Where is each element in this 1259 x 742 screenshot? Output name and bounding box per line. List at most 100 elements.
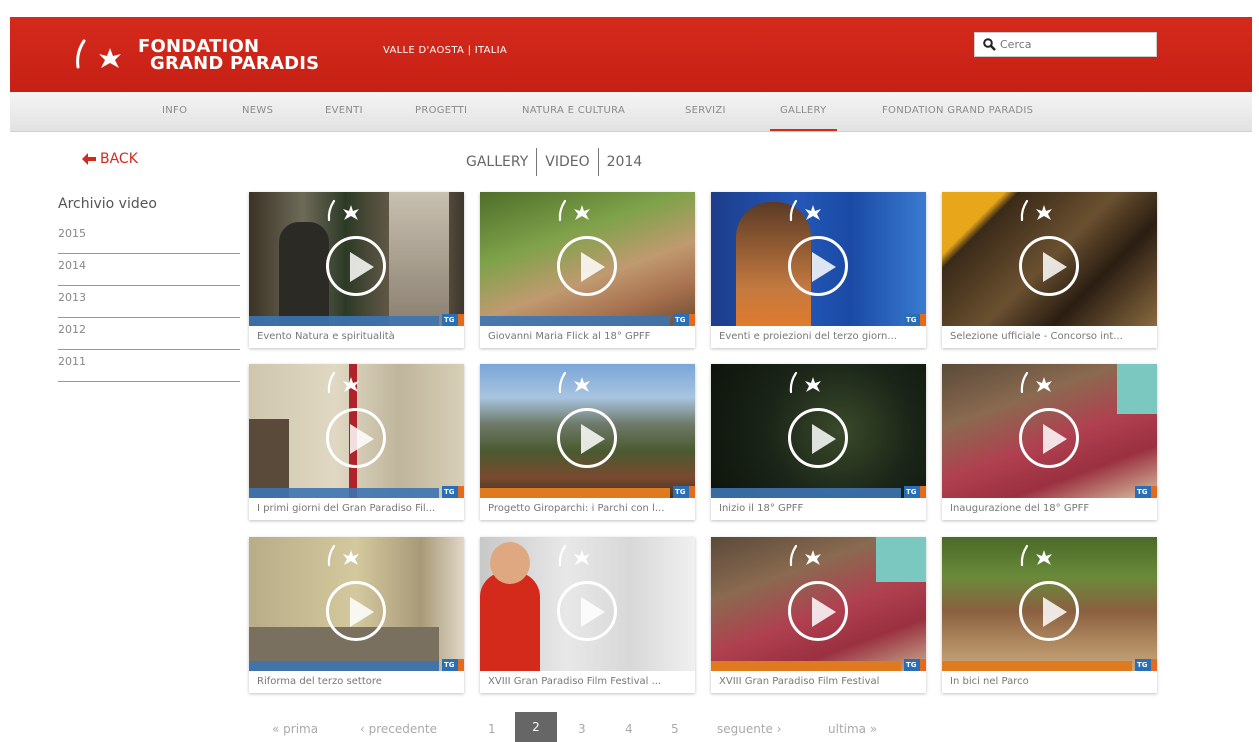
video-thumbnail: TG	[249, 537, 464, 671]
video-caption: I primi giorni del Gran Paradiso Fil...	[257, 503, 436, 514]
main-nav: INFO NEWS EVENTI PROGETTI NATURA E CULTU…	[10, 92, 1252, 132]
play-icon	[1019, 236, 1079, 296]
video-caption: XVIII Gran Paradiso Film Festival	[719, 676, 880, 687]
tv-strip	[480, 316, 670, 326]
tg-logo-icon: TG	[904, 659, 926, 671]
tv-strip	[249, 316, 439, 326]
tg-logo-icon: TG	[904, 314, 926, 326]
play-icon	[788, 408, 848, 468]
nav-item-gallery[interactable]: GALLERY	[770, 105, 837, 131]
play-icon	[788, 236, 848, 296]
tg-logo-icon: TG	[442, 486, 464, 498]
video-caption: Giovanni Maria Flick al 18° GPFF	[488, 331, 651, 342]
nav-item-progetti[interactable]: PROGETTI	[415, 105, 467, 116]
video-caption: In bici nel Parco	[950, 676, 1029, 687]
tg-logo-icon: TG	[442, 314, 464, 326]
play-icon	[788, 581, 848, 641]
nav-item-fondation-grand-paradis[interactable]: FONDATION GRAND PARADIS	[882, 105, 1033, 116]
breadcrumb-separator	[536, 148, 538, 176]
region-label: VALLE D'AOSTA | ITALIA	[383, 45, 507, 56]
nav-item-servizi[interactable]: SERVIZI	[685, 105, 726, 116]
pager-page-5[interactable]: 5	[671, 722, 679, 736]
video-thumbnail: TG	[711, 537, 926, 671]
video-caption: Progetto Giroparchi: i Parchi con l...	[488, 503, 665, 514]
sidebar-title: Archivio video	[58, 196, 157, 212]
play-icon	[326, 236, 386, 296]
sidebar-year-2013[interactable]: 2013	[58, 286, 240, 318]
nav-item-news[interactable]: NEWS	[242, 105, 273, 116]
video-card[interactable]: TG Inaugurazione del 18° GPFF	[942, 364, 1157, 520]
tg-logo-icon: TG	[442, 659, 464, 671]
pager-next[interactable]: seguente ›	[717, 722, 782, 736]
play-icon	[1019, 408, 1079, 468]
pager-first[interactable]: « prima	[272, 722, 318, 736]
video-caption: XVIII Gran Paradiso Film Festival ...	[488, 676, 662, 687]
logo-text: FONDATION GRAND PARADIS	[138, 38, 320, 74]
video-thumbnail: TG	[711, 364, 926, 498]
pagination: « prima ‹ precedente 1 2 3 4 5 seguente …	[0, 712, 1259, 742]
video-thumbnail: TG	[249, 364, 464, 498]
video-card[interactable]: TG Inizio il 18° GPFF	[711, 364, 926, 520]
video-card[interactable]: TG Eventi e proiezioni del terzo giorn..…	[711, 192, 926, 348]
video-card[interactable]: TG Progetto Giroparchi: i Parchi con l..…	[480, 364, 695, 520]
play-icon	[1019, 581, 1079, 641]
video-card[interactable]: TG Giovanni Maria Flick al 18° GPFF	[480, 192, 695, 348]
breadcrumb-separator	[597, 148, 599, 176]
video-caption: Selezione ufficiale - Concorso int...	[950, 331, 1123, 342]
video-card[interactable]: TG Evento Natura e spiritualità	[249, 192, 464, 348]
pager-page-4[interactable]: 4	[625, 722, 633, 736]
video-thumbnail: TG	[249, 192, 464, 326]
breadcrumb: GALLERY VIDEO 2014	[466, 148, 642, 176]
tg-logo-icon: TG	[673, 486, 695, 498]
logo-flower-icon	[68, 35, 138, 75]
nav-item-eventi[interactable]: EVENTI	[325, 105, 363, 116]
tv-strip	[711, 488, 901, 498]
video-card[interactable]: TG XVIII Gran Paradiso Film Festival	[711, 537, 926, 693]
site-header: FONDATION GRAND PARADIS VALLE D'AOSTA | …	[0, 0, 1259, 92]
tv-strip	[249, 661, 439, 671]
video-thumbnail	[480, 537, 695, 671]
video-card[interactable]: TG Riforma del terzo settore	[249, 537, 464, 693]
play-icon	[557, 236, 617, 296]
search-input[interactable]	[1000, 38, 1150, 51]
video-caption: Eventi e proiezioni del terzo giorn...	[719, 331, 897, 342]
breadcrumb-video[interactable]: VIDEO	[545, 154, 589, 170]
video-thumbnail: TG	[480, 364, 695, 498]
breadcrumb-gallery[interactable]: GALLERY	[466, 154, 528, 170]
tg-logo-icon: TG	[673, 314, 695, 326]
sidebar-year-2011[interactable]: 2011	[58, 350, 240, 382]
search-box[interactable]	[974, 32, 1157, 57]
play-icon	[326, 581, 386, 641]
sidebar-year-2014[interactable]: 2014	[58, 254, 240, 286]
nav-item-natura-e-cultura[interactable]: NATURA E CULTURA	[522, 105, 625, 116]
video-caption: Riforma del terzo settore	[257, 676, 382, 687]
nav-item-info[interactable]: INFO	[162, 105, 187, 116]
video-thumbnail: TG	[711, 192, 926, 326]
back-button[interactable]: BACK	[82, 151, 138, 167]
logo-line-2: GRAND PARADIS	[150, 53, 320, 74]
video-caption: Inizio il 18° GPFF	[719, 503, 804, 514]
play-icon	[326, 408, 386, 468]
video-card[interactable]: TG I primi giorni del Gran Paradiso Fil.…	[249, 364, 464, 520]
header-bar: FONDATION GRAND PARADIS VALLE D'AOSTA | …	[10, 17, 1252, 92]
site-logo[interactable]: FONDATION GRAND PARADIS	[68, 35, 319, 75]
arrow-left-icon	[82, 153, 96, 165]
sidebar-year-2015[interactable]: 2015	[58, 222, 240, 254]
tg-logo-icon: TG	[904, 486, 926, 498]
video-thumbnail: TG	[480, 192, 695, 326]
breadcrumb-year: 2014	[606, 154, 643, 170]
pager-page-3[interactable]: 3	[578, 722, 586, 736]
pager-previous[interactable]: ‹ precedente	[360, 722, 437, 736]
video-card[interactable]: Selezione ufficiale - Concorso int...	[942, 192, 1157, 348]
pager-page-1[interactable]: 1	[488, 722, 496, 736]
play-icon	[557, 408, 617, 468]
video-card[interactable]: XVIII Gran Paradiso Film Festival ...	[480, 537, 695, 693]
sidebar-year-2012[interactable]: 2012	[58, 318, 240, 350]
video-thumbnail	[942, 192, 1157, 326]
play-icon	[557, 581, 617, 641]
video-card[interactable]: TG In bici nel Parco	[942, 537, 1157, 693]
video-caption: Inaugurazione del 18° GPFF	[950, 503, 1090, 514]
video-caption: Evento Natura e spiritualità	[257, 331, 395, 342]
tv-strip	[249, 488, 439, 498]
pager-last[interactable]: ultima »	[828, 722, 877, 736]
